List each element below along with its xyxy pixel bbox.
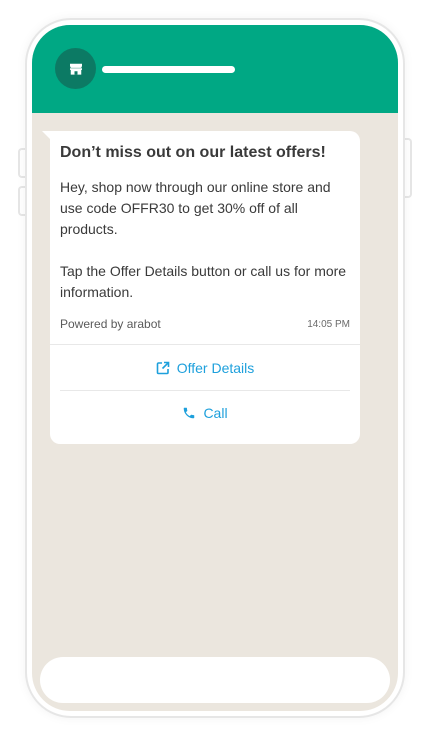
phone-icon [182, 406, 196, 420]
divider [50, 344, 360, 345]
divider [60, 390, 350, 391]
message-bubble: Don’t miss out on our latest offers! Hey… [50, 131, 360, 444]
offer-details-label: Offer Details [176, 360, 255, 376]
offer-details-button[interactable]: Offer Details [50, 348, 360, 388]
call-label: Call [203, 405, 228, 421]
contact-name-placeholder [102, 66, 235, 73]
chat-screen: Don’t miss out on our latest offers! Hey… [32, 25, 398, 711]
message-timestamp: 14:05 PM [307, 319, 350, 330]
chat-header [32, 25, 398, 113]
external-link-icon [156, 361, 170, 375]
message-title: Don’t miss out on our latest offers! [60, 144, 326, 161]
message-body: Hey, shop now through our online store a… [60, 179, 347, 300]
store-icon [69, 63, 82, 75]
message-input[interactable] [40, 657, 390, 703]
business-avatar[interactable] [55, 48, 96, 89]
message-footer: Powered by arabot [60, 317, 161, 331]
call-button[interactable]: Call [50, 393, 360, 433]
